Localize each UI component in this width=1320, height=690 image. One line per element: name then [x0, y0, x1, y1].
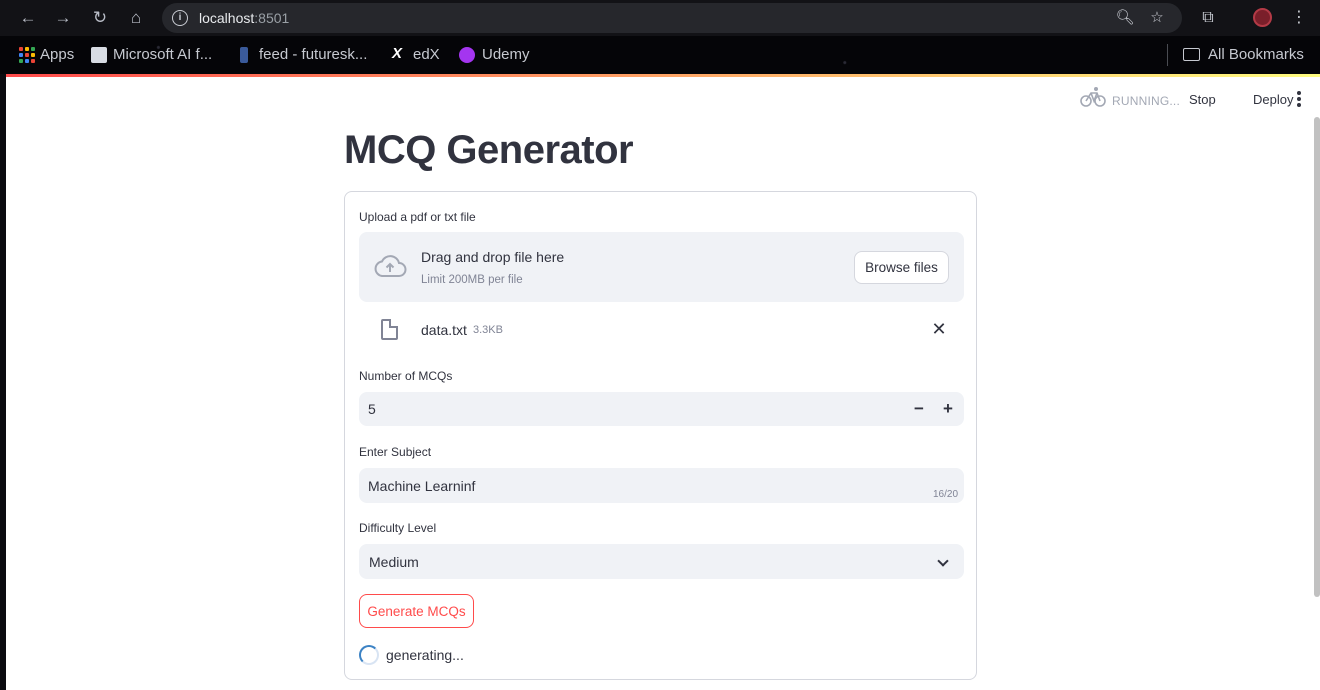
url-port: :8501 — [254, 10, 290, 26]
file-dropzone[interactable]: Drag and drop file here Limit 200MB per … — [359, 232, 964, 302]
mcq-form: Upload a pdf or txt file Drag and drop f… — [344, 191, 977, 680]
apps-grid-icon[interactable] — [19, 47, 35, 63]
bookmarks-divider — [1167, 44, 1168, 66]
chevron-down-icon — [937, 555, 949, 567]
star-icon[interactable]: ☆ — [1147, 8, 1167, 28]
subject-char-counter: 16/20 — [933, 489, 959, 500]
scrollbar-track[interactable] — [1314, 77, 1320, 690]
loading-spinner-icon — [359, 645, 379, 665]
increment-button[interactable]: + — [937, 398, 959, 420]
home-icon[interactable]: ⌂ — [125, 7, 147, 29]
uploaded-file: data.txt 3.3KB ✕ — [359, 310, 964, 352]
file-name: data.txt — [421, 322, 467, 338]
zoom-icon[interactable]: 🔍︎ — [1115, 8, 1135, 28]
app-header: RUNNING... Stop Deploy — [6, 77, 1320, 117]
back-arrow-icon[interactable]: ← — [17, 7, 39, 29]
browser-toolbar: ← → ↻ ⌂ i localhost:8501 🔍︎ ☆ ⧉ ⋮ — [0, 0, 1320, 36]
forward-arrow-icon[interactable]: → — [52, 7, 74, 29]
file-size: 3.3KB — [473, 324, 503, 336]
progress-text: generating... — [386, 647, 464, 663]
deploy-button[interactable]: Deploy — [1253, 92, 1293, 107]
file-icon — [381, 319, 398, 340]
bookmark-edx[interactable]: edX — [413, 46, 440, 63]
dropzone-limit: Limit 200MB per file — [421, 274, 523, 286]
address-bar[interactable]: i localhost:8501 🔍︎ ☆ — [162, 3, 1182, 33]
bookmark-feed-futureskills[interactable]: feed - futuresk... — [259, 46, 367, 63]
subject-label: Enter Subject — [359, 445, 432, 459]
cloud-upload-icon — [374, 255, 407, 277]
app-page: RUNNING... Stop Deploy MCQ Generator Upl… — [6, 74, 1320, 690]
difficulty-label: Difficulty Level — [359, 521, 437, 535]
mcq-count-label: Number of MCQs — [359, 369, 453, 383]
running-bicycle-icon — [1080, 87, 1106, 107]
decrement-button[interactable]: − — [908, 398, 930, 420]
dropzone-instructions: Drag and drop file here — [421, 249, 565, 265]
all-bookmarks-button[interactable]: All Bookmarks — [1208, 46, 1304, 63]
url-text: localhost:8501 — [199, 10, 289, 26]
futureskills-favicon-icon — [240, 47, 248, 63]
browse-files-button[interactable]: Browse files — [854, 251, 949, 284]
microsoft-ai-favicon-icon — [91, 47, 107, 63]
mcq-count-value: 5 — [368, 401, 376, 417]
main-menu-icon[interactable] — [1296, 91, 1302, 107]
mcq-count-input[interactable]: 5 − + — [359, 392, 964, 426]
running-status: RUNNING... — [1112, 94, 1180, 108]
folder-icon — [1183, 48, 1200, 61]
bookmark-microsoft-ai[interactable]: Microsoft AI f... — [113, 46, 212, 63]
bookmark-udemy[interactable]: Udemy — [482, 46, 530, 63]
bookmarks-bar: Apps Microsoft AI f... feed - futuresk..… — [0, 36, 1320, 74]
upload-label: Upload a pdf or txt file — [359, 210, 476, 224]
difficulty-select[interactable]: Medium — [359, 544, 964, 579]
edx-favicon-icon: X — [392, 45, 403, 62]
subject-input[interactable]: Machine Learninf 16/20 — [359, 468, 964, 503]
generate-mcqs-button[interactable]: Generate MCQs — [359, 594, 474, 628]
scrollbar-thumb[interactable] — [1314, 117, 1320, 597]
page-title: MCQ Generator — [344, 128, 634, 172]
reload-icon[interactable]: ↻ — [89, 7, 111, 29]
browser-menu-icon[interactable]: ⋮ — [1288, 7, 1310, 29]
difficulty-selected: Medium — [369, 554, 419, 570]
udemy-favicon-icon — [459, 47, 475, 63]
site-info-icon[interactable]: i — [172, 10, 188, 26]
url-host: localhost — [199, 10, 255, 26]
bookmark-apps[interactable]: Apps — [40, 46, 74, 63]
extensions-icon[interactable]: ⧉ — [1197, 7, 1219, 29]
stop-button[interactable]: Stop — [1189, 92, 1216, 107]
subject-value: Machine Learninf — [368, 478, 476, 494]
profile-avatar[interactable] — [1253, 8, 1272, 27]
remove-file-icon[interactable]: ✕ — [929, 319, 949, 339]
